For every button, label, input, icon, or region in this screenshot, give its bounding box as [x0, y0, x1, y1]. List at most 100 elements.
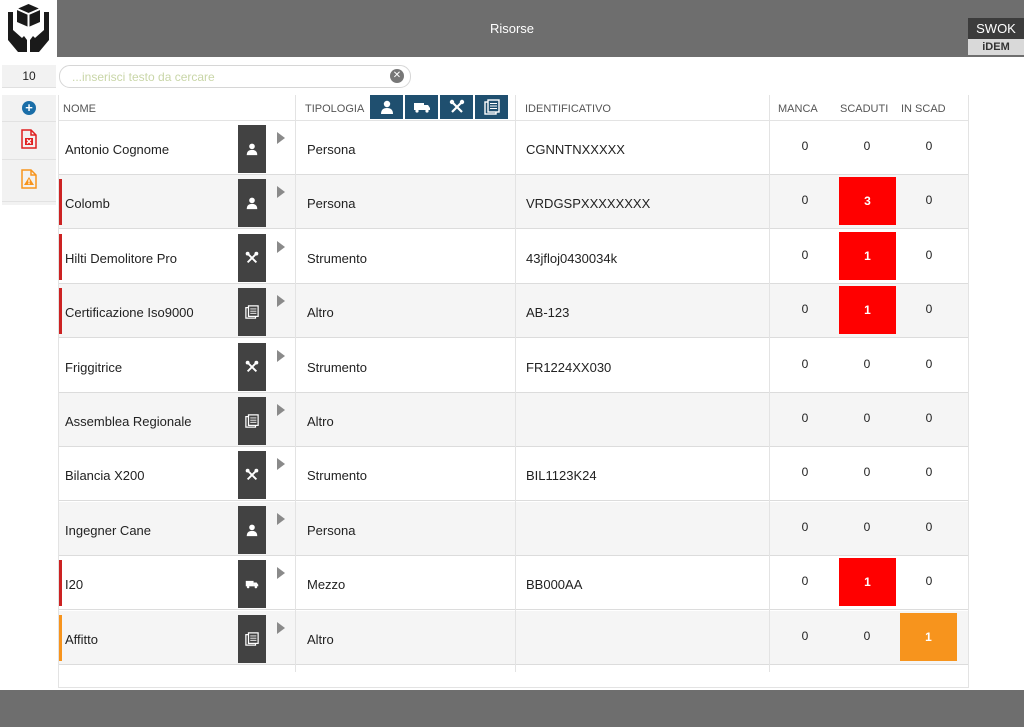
row-scaduti: 0 [863, 411, 871, 425]
row-name: Certificazione Iso9000 [65, 305, 194, 321]
row-name: Bilancia X200 [65, 468, 145, 484]
row-manca: 0 [801, 519, 809, 534]
plus-circle-icon: + [22, 101, 36, 115]
row-name: Antonio Cognome [65, 142, 170, 157]
page-title: Risorse [489, 21, 535, 36]
table-header: NOME TIPOLOGIA IDENTIFICATIVO MANCA SCAD… [59, 95, 968, 121]
truck-icon [413, 103, 430, 113]
filter-person-button[interactable] [370, 95, 403, 119]
result-count: 10 [2, 65, 56, 88]
table-row[interactable]: Friggitrice Strumento FR1224XX030 0 0 0 [59, 339, 968, 393]
expired-badge: 1 [839, 231, 896, 280]
row-tipologia: Persona [307, 196, 356, 212]
person-icon [380, 100, 393, 114]
column-divider [769, 95, 770, 672]
expand-arrow-icon[interactable] [277, 458, 285, 471]
brand-badge: SWOK iDEM [968, 18, 1024, 55]
file-warning-icon [21, 169, 37, 189]
truck-icon [238, 560, 266, 609]
resources-table: NOME TIPOLOGIA IDENTIFICATIVO MANCA SCAD… [58, 95, 969, 688]
row-in-scad: 0 [925, 302, 933, 317]
row-identificativo: 43jfloj0430034k [526, 250, 618, 266]
table-row[interactable]: Assemblea Regionale Altro 0 0 0 [59, 393, 968, 447]
expiring-filter-button[interactable] [2, 169, 56, 194]
expand-arrow-icon[interactable] [277, 295, 285, 308]
column-header-nome[interactable]: NOME [63, 95, 96, 120]
row-name: Hilti Demolitore Pro [65, 250, 177, 266]
person-icon [238, 179, 266, 228]
row-in-scad: 0 [925, 139, 933, 153]
status-marker [59, 560, 62, 607]
table-row[interactable]: Certificazione Iso9000 Altro AB-123 0 1 0 [59, 284, 968, 339]
column-header-manca[interactable]: MANCA [778, 95, 818, 120]
row-in-scad: 0 [925, 411, 933, 425]
type-filter-group [370, 95, 510, 119]
brand-top: SWOK [968, 18, 1024, 39]
row-identificativo: FR1224XX030 [526, 359, 612, 375]
row-tipologia: Altro [307, 631, 334, 647]
row-manca: 0 [801, 302, 809, 317]
row-scaduti: 0 [863, 139, 871, 153]
row-in-scad: 0 [925, 574, 933, 589]
row-name: Affitto [65, 631, 99, 647]
row-scaduti: 0 [863, 628, 871, 643]
column-header-tipologia[interactable]: TIPOLOGIA [305, 95, 364, 120]
table-row[interactable]: Affitto Altro 0 0 1 [59, 610, 968, 665]
expand-arrow-icon[interactable] [277, 567, 285, 580]
expand-arrow-icon[interactable] [277, 186, 285, 199]
expand-arrow-icon[interactable] [277, 621, 285, 634]
row-identificativo: CGNNTNXXXXX [526, 142, 625, 157]
column-header-scaduti[interactable]: SCADUTI [840, 95, 888, 120]
tools-icon [238, 451, 266, 500]
row-tipologia: Strumento [307, 250, 367, 266]
divider [2, 159, 56, 160]
file-error-icon [21, 129, 37, 149]
table-row[interactable]: Antonio Cognome Persona CGNNTNXXXXX 0 0 0 [59, 121, 968, 175]
tools-icon [238, 342, 266, 391]
add-button[interactable]: + [2, 97, 56, 119]
row-tipologia: Persona [307, 522, 356, 538]
row-manca: 0 [801, 411, 809, 425]
row-name: Friggitrice [65, 359, 123, 375]
filter-document-button[interactable] [475, 95, 508, 119]
expand-arrow-icon[interactable] [277, 132, 285, 144]
tools-icon [449, 99, 464, 113]
row-name: Assemblea Regionale [65, 414, 192, 429]
expand-arrow-icon[interactable] [277, 240, 285, 253]
expired-badge: 1 [839, 558, 896, 607]
document-icon [483, 99, 500, 115]
app-footer [0, 690, 1024, 727]
document-icon [238, 397, 266, 445]
row-tipologia: Strumento [307, 468, 367, 484]
row-in-scad: 0 [925, 519, 933, 534]
table-row[interactable]: Colomb Persona VRDGSPXXXXXXXX 0 3 0 [59, 175, 968, 230]
divider [2, 121, 56, 122]
table-row[interactable]: I20 Mezzo BB000AA 0 1 0 [59, 556, 968, 611]
expand-arrow-icon[interactable] [277, 404, 285, 416]
row-identificativo: VRDGSPXXXXXXXX [526, 196, 651, 212]
row-identificativo: BIL1123K24 [526, 468, 597, 484]
row-in-scad: 0 [925, 465, 933, 480]
filter-tools-button[interactable] [440, 95, 473, 119]
table-row[interactable]: Ingegner Cane Persona 0 0 0 [59, 501, 968, 556]
row-tipologia: Mezzo [307, 577, 346, 593]
app-header: Risorse SWOK iDEM [0, 0, 1024, 57]
clear-search-icon[interactable]: ✕ [390, 69, 404, 83]
table-row[interactable]: Hilti Demolitore Pro Strumento 43jfloj0430… [59, 230, 968, 284]
row-tipologia: Altro [307, 305, 334, 321]
expired-filter-button[interactable] [2, 129, 56, 154]
row-name: Colomb [65, 196, 110, 212]
row-in-scad: 0 [925, 356, 933, 371]
table-row[interactable]: Bilancia X200 Strumento BIL1123K24 0 0 0 [59, 447, 968, 502]
expand-arrow-icon[interactable] [277, 512, 285, 525]
row-manca: 0 [801, 356, 809, 371]
column-header-identificativo[interactable]: IDENTIFICATIVO [525, 95, 611, 120]
row-tipologia: Persona [307, 142, 356, 157]
row-scaduti: 0 [863, 519, 871, 534]
expand-arrow-icon[interactable] [277, 349, 285, 362]
person-icon [238, 505, 266, 554]
column-header-in-scad[interactable]: IN SCAD [901, 95, 946, 120]
filter-vehicle-button[interactable] [405, 95, 438, 119]
search-input[interactable] [72, 68, 382, 85]
expiring-badge: 1 [900, 612, 957, 661]
